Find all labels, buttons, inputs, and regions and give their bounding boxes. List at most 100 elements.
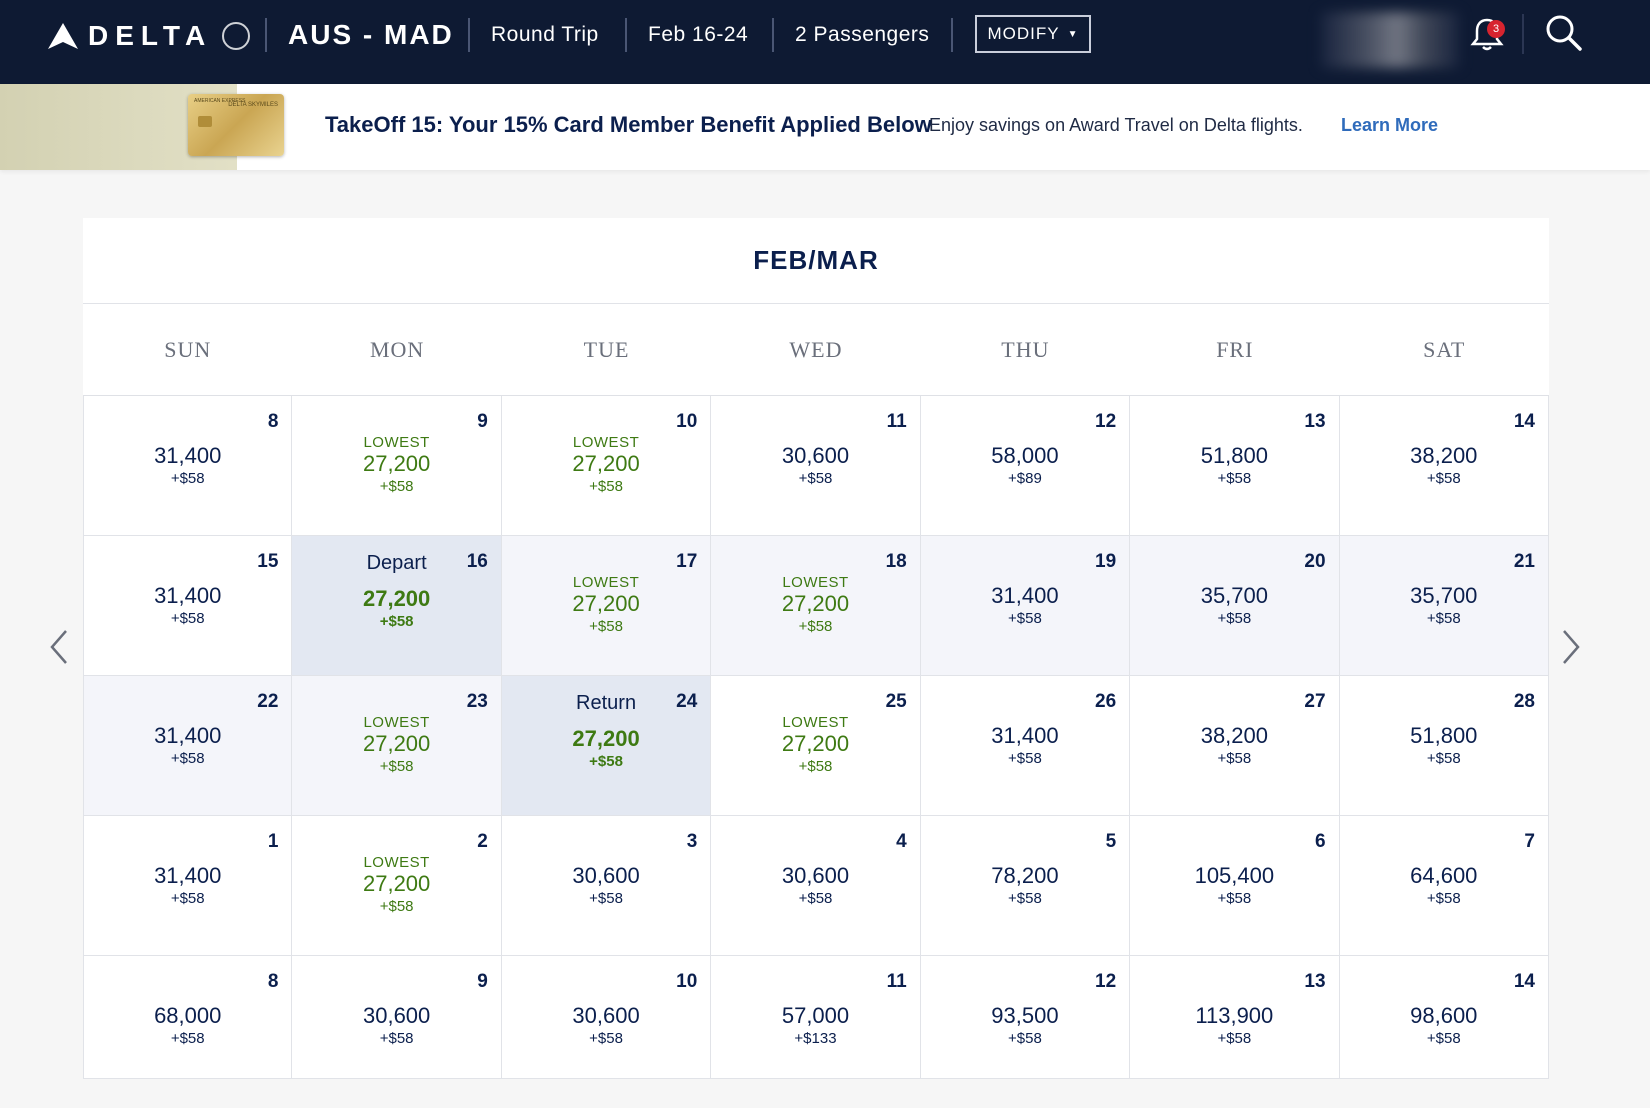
taxes-fee: +$58	[589, 1030, 623, 1047]
calendar-day[interactable]: 19 31,400 +$58	[920, 536, 1131, 676]
calendar-day[interactable]: 23 LOWEST 27,200 +$58	[292, 676, 502, 816]
calendar-day[interactable]: 13 113,900 +$58	[1130, 956, 1340, 1079]
delta-widget-icon	[48, 23, 78, 49]
calendar-grid: 8 31,400 +$58 9 LOWEST 27,200 +$58 10 LOWEST 27,2…	[83, 396, 1549, 1079]
account-avatar[interactable]	[1320, 12, 1460, 68]
day-number: 17	[676, 551, 698, 572]
calendar-day[interactable]: 22 31,400 +$58	[83, 676, 293, 816]
fare-price: 113,900 +$58	[1130, 1003, 1338, 1049]
route-label[interactable]: AUS - MAD	[288, 0, 454, 70]
calendar-day[interactable]: 6 105,400 +$58	[1130, 816, 1340, 956]
calendar-day[interactable]: 8 31,400 +$58	[83, 396, 293, 536]
miles-price: 57,000	[781, 1003, 850, 1028]
fare-price: 30,600 +$58	[711, 443, 919, 489]
fare-price: 27,200 +$58	[502, 726, 710, 772]
day-number: 10	[676, 411, 698, 432]
fare-price: 31,400 +$58	[84, 723, 291, 769]
previous-month-arrow-icon[interactable]	[44, 625, 74, 669]
miles-price: 30,600	[781, 443, 850, 468]
calendar-day[interactable]: 3 30,600 +$58	[501, 816, 712, 956]
day-number: 25	[885, 691, 907, 712]
taxes-fee: +$58	[1426, 1030, 1461, 1047]
next-month-arrow-icon[interactable]	[1556, 625, 1586, 669]
logo-wordmark: DELTA	[88, 20, 213, 51]
taxes-fee: +$89	[1008, 470, 1042, 487]
calendar-day[interactable]: 28 51,800 +$58	[1339, 676, 1549, 816]
day-number: 11	[886, 971, 907, 992]
calendar-day[interactable]: 20 35,700 +$58	[1130, 536, 1340, 676]
miles-price: 93,500	[991, 1003, 1059, 1028]
fare-price: LOWEST 27,200 +$58	[502, 434, 710, 497]
search-icon[interactable]	[1545, 14, 1583, 52]
taxes-fee: +$58	[589, 618, 623, 635]
taxes-fee: +$58	[589, 478, 623, 495]
miles-price: 98,600	[1410, 1003, 1478, 1028]
calendar-day[interactable]: 21 35,700 +$58	[1339, 536, 1549, 676]
calendar-day[interactable]: 11 57,000 +$133	[711, 956, 921, 1079]
taxes-fee: +$58	[379, 478, 414, 495]
caret-down-icon: ▼	[1067, 28, 1079, 40]
calendar-day[interactable]: 15 31,400 +$58	[83, 536, 293, 676]
trip-type-label[interactable]: Round Trip	[491, 0, 599, 70]
calendar-day[interactable]: 26 31,400 +$58	[920, 676, 1131, 816]
fare-price: LOWEST 27,200 +$58	[711, 574, 919, 637]
calendar-day[interactable]: 7 64,600 +$58	[1339, 816, 1549, 956]
day-number: 26	[1095, 691, 1117, 712]
fare-price: 35,700 +$58	[1130, 583, 1338, 629]
day-number: 23	[466, 691, 488, 712]
taxes-fee: +$58	[170, 470, 205, 487]
fare-price: 98,600 +$58	[1340, 1003, 1548, 1049]
calendar-day[interactable]: 4 30,600 +$58	[711, 816, 921, 956]
calendar-day[interactable]: 11 30,600 +$58	[711, 396, 921, 536]
calendar-day[interactable]: 12 58,000 +$89	[920, 396, 1131, 536]
calendar-day[interactable]: 17 LOWEST 27,200 +$58	[501, 536, 712, 676]
calendar-day-return[interactable]: 24 Return 27,200 +$58	[501, 676, 712, 816]
calendar-day[interactable]: 9 30,600 +$58	[292, 956, 502, 1079]
calendar-day[interactable]: 9 LOWEST 27,200 +$58	[292, 396, 502, 536]
day-number: 18	[885, 551, 907, 572]
fare-price: 93,500 +$58	[921, 1003, 1129, 1049]
miles-price: 30,600	[362, 1003, 431, 1028]
calendar-day[interactable]: 27 38,200 +$58	[1130, 676, 1340, 816]
fare-price: 64,600 +$58	[1340, 863, 1548, 909]
day-number: 9	[477, 411, 488, 432]
day-number: 12	[1095, 411, 1117, 432]
lowest-fare-label: LOWEST	[782, 574, 849, 591]
calendar-day[interactable]: 13 51,800 +$58	[1130, 396, 1340, 536]
credit-card-image: AMERICAN EXPRESS DELTA SKYMILES	[188, 94, 284, 156]
calendar-day[interactable]: 12 93,500 +$58	[920, 956, 1131, 1079]
calendar-day[interactable]: 10 30,600 +$58	[501, 956, 712, 1079]
fare-price: 31,400 +$58	[84, 863, 291, 909]
fare-price: 57,000 +$133	[711, 1003, 919, 1049]
learn-more-link[interactable]: Learn More	[1341, 115, 1438, 136]
modify-button[interactable]: MODIFY ▼	[975, 15, 1091, 53]
calendar-day[interactable]: 5 78,200 +$58	[920, 816, 1131, 956]
fare-price: LOWEST 27,200 +$58	[292, 434, 500, 497]
fare-price: 31,400 +$58	[84, 583, 291, 629]
travel-dates-label[interactable]: Feb 16-24	[648, 0, 748, 70]
miles-price: 30,600	[781, 863, 850, 888]
calendar-day[interactable]: 14 38,200 +$58	[1339, 396, 1549, 536]
miles-price: 68,000	[154, 1003, 222, 1028]
globe-icon	[222, 22, 251, 50]
day-of-week-label: SAT	[1423, 336, 1466, 362]
calendar-day[interactable]: 18 LOWEST 27,200 +$58	[711, 536, 921, 676]
calendar-day[interactable]: 14 98,600 +$58	[1339, 956, 1549, 1079]
calendar-day[interactable]: 10 LOWEST 27,200 +$58	[501, 396, 712, 536]
calendar-day[interactable]: 1 31,400 +$58	[83, 816, 293, 956]
miles-price: 30,600	[572, 1003, 640, 1028]
modify-label: MODIFY	[987, 24, 1060, 43]
calendar-day[interactable]: 8 68,000 +$58	[83, 956, 293, 1079]
card-brand-text: DELTA SKYMILES	[228, 102, 278, 108]
fare-price: 51,800 +$58	[1340, 723, 1548, 769]
day-number: 14	[1513, 411, 1535, 432]
day-of-week-label: MON	[369, 336, 425, 362]
calendar-day[interactable]: 2 LOWEST 27,200 +$58	[292, 816, 502, 956]
calendar-day[interactable]: 25 LOWEST 27,200 +$58	[711, 676, 921, 816]
fare-price: 31,400 +$58	[921, 723, 1129, 769]
day-number: 8	[267, 411, 279, 432]
passengers-label[interactable]: 2 Passengers	[795, 0, 929, 70]
calendar-day-depart[interactable]: 16 Depart 27,200 +$58	[292, 536, 502, 676]
delta-logo[interactable]: DELTA	[48, 18, 251, 54]
taxes-fee: +$58	[798, 890, 833, 907]
